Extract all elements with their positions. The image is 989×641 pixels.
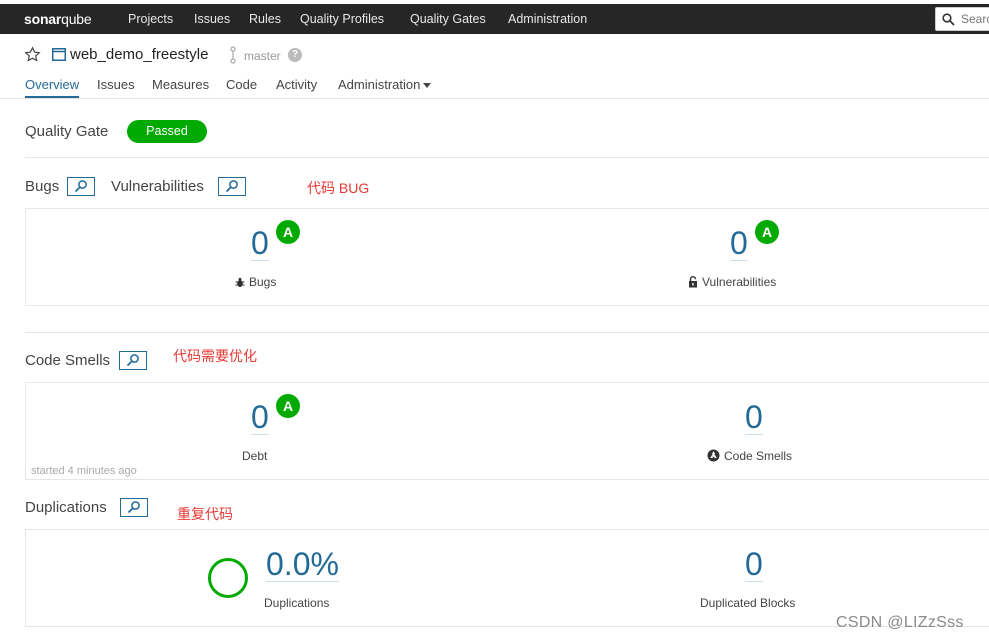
search-icon <box>942 13 955 26</box>
search-input[interactable]: Searc <box>935 7 989 31</box>
search-placeholder: Searc <box>961 12 989 26</box>
debt-value[interactable]: 0 <box>251 399 269 435</box>
tab-overview[interactable]: Overview <box>25 77 80 98</box>
nav-projects[interactable]: Projects <box>128 12 173 26</box>
quality-gate-status-badge: Passed <box>127 120 207 143</box>
nav-issues[interactable]: Issues <box>194 12 230 26</box>
logo-text-bold: sonar <box>24 11 62 27</box>
vulnerabilities-section-title: Vulnerabilities <box>111 178 204 195</box>
debt-label: Debt <box>242 449 268 463</box>
bugs-issues-link-button[interactable] <box>67 177 95 196</box>
duplications-link-button[interactable] <box>120 498 148 517</box>
tab-issues[interactable]: Issues <box>97 77 135 92</box>
unlock-icon <box>689 276 697 288</box>
bugs-label: Bugs <box>235 275 276 289</box>
duplications-donut-chart <box>208 558 248 598</box>
duplicated-blocks-value-text: 0 <box>745 546 763 582</box>
branch-name: master <box>244 49 281 63</box>
bugs-vulnerabilities-panel: 0 A Bugs 0 A Vulnerabilities <box>25 208 989 306</box>
tab-administration[interactable]: Administration <box>338 77 432 92</box>
duplicated-blocks-value[interactable]: 0 <box>745 546 763 582</box>
link-icon <box>127 501 140 514</box>
duplications-panel: 0.0% Duplications 0 Duplicated Blocks <box>25 529 989 627</box>
link-icon <box>225 180 238 193</box>
chevron-down-icon <box>423 83 432 89</box>
nav-administration[interactable]: Administration <box>508 12 587 26</box>
duplicated-blocks-label: Duplicated Blocks <box>700 596 796 610</box>
duplications-label: Duplications <box>264 596 330 610</box>
bugs-value-text: 0 <box>251 225 269 261</box>
link-icon <box>74 180 87 193</box>
top-navigation: sonarqube Projects Issues Rules Quality … <box>0 4 989 34</box>
analysis-started-text: started 4 minutes ago <box>31 465 137 477</box>
project-name[interactable]: web_demo_freestyle <box>70 46 208 63</box>
tab-measures[interactable]: Measures <box>152 77 209 92</box>
nav-quality-gates[interactable]: Quality Gates <box>410 12 486 26</box>
duplications-section-title: Duplications <box>25 499 107 516</box>
tab-code[interactable]: Code <box>226 77 257 92</box>
branch-icon <box>230 46 236 64</box>
vulnerabilities-rating-badge[interactable]: A <box>755 220 779 244</box>
duplications-value[interactable]: 0.0% <box>266 546 339 582</box>
section-divider <box>25 157 989 158</box>
nav-quality-profiles[interactable]: Quality Profiles <box>300 12 384 26</box>
code-smell-icon <box>707 449 720 462</box>
vulnerabilities-issues-link-button[interactable] <box>218 177 246 196</box>
vulnerabilities-label-text: Vulnerabilities <box>702 275 777 289</box>
help-icon[interactable]: ? <box>288 48 302 62</box>
code-smells-label-text: Code Smells <box>724 449 793 463</box>
favorite-star-icon[interactable] <box>24 46 41 63</box>
logo-text-light: qube <box>61 11 92 27</box>
csdn-watermark: CSDN @LIZzSss <box>836 614 964 631</box>
bug-icon <box>235 277 245 288</box>
bugs-rating-badge[interactable]: A <box>276 220 300 244</box>
bugs-value[interactable]: 0 <box>251 225 269 261</box>
code-smells-section-title: Code Smells <box>25 352 111 369</box>
nav-rules[interactable]: Rules <box>249 12 281 26</box>
annotation-duplications: 重复代码 <box>177 506 233 522</box>
bugs-section-title: Bugs <box>25 178 60 195</box>
quality-gate-label: Quality Gate <box>25 123 109 140</box>
code-smells-value[interactable]: 0 <box>745 399 763 435</box>
project-icon <box>52 48 66 61</box>
debt-rating-badge[interactable]: A <box>276 394 300 418</box>
vulnerabilities-label: Vulnerabilities <box>688 275 776 289</box>
tab-administration-label: Administration <box>338 77 421 92</box>
vulnerabilities-value-text: 0 <box>730 225 748 261</box>
debt-value-text: 0 <box>251 399 269 435</box>
sonarqube-logo[interactable]: sonarqube <box>24 11 92 27</box>
header-divider <box>0 98 989 99</box>
bugs-label-text: Bugs <box>249 275 277 289</box>
annotation-bugs: 代码 BUG <box>307 180 370 196</box>
code-smells-issues-link-button[interactable] <box>119 351 147 370</box>
duplications-value-text: 0.0% <box>266 546 339 582</box>
annotation-code-smells: 代码需要优化 <box>173 348 257 364</box>
link-icon <box>126 354 139 367</box>
code-smells-value-text: 0 <box>745 399 763 435</box>
tab-activity[interactable]: Activity <box>276 77 317 92</box>
code-smells-label: Code Smells <box>707 449 792 463</box>
code-smells-panel: 0 A Debt 0 Code Smells started 4 minutes… <box>25 382 989 480</box>
vulnerabilities-value[interactable]: 0 <box>730 225 748 261</box>
section-divider <box>25 332 989 333</box>
